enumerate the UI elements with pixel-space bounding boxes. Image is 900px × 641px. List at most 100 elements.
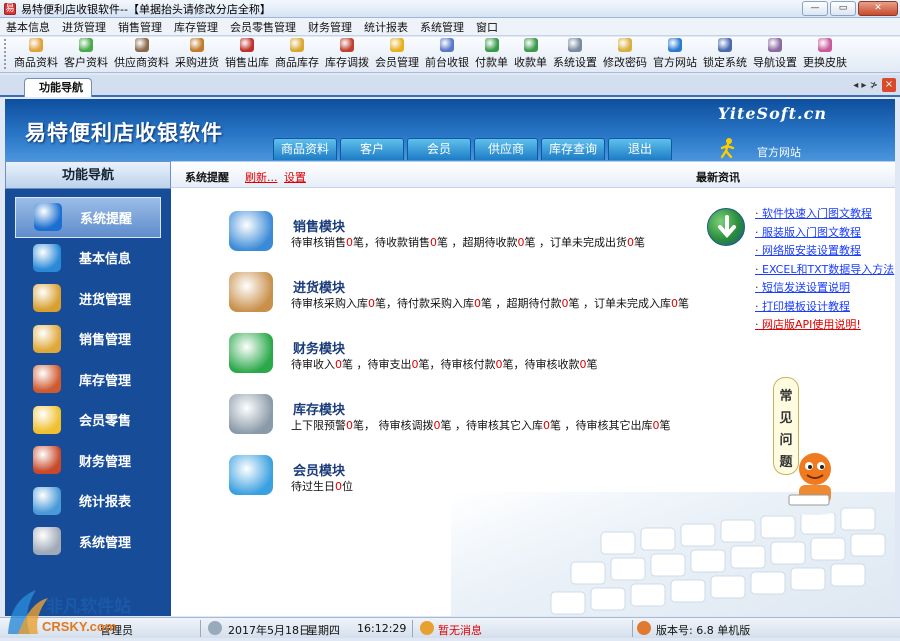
toolbar-button[interactable]: 前台收银 <box>422 38 472 72</box>
sidebar-item[interactable]: 库存管理 <box>15 359 161 400</box>
module-title[interactable]: 库存模块 <box>293 399 345 418</box>
toolbar-button[interactable]: 采购进货 <box>172 38 222 72</box>
news-link[interactable]: · 打印模板设计教程 <box>755 298 894 317</box>
tab-scroll-controls[interactable]: ◂ ▸ ≯ <box>853 80 878 91</box>
toolbar-button[interactable]: 官方网站 <box>650 38 700 72</box>
menu-item[interactable]: 财务管理 <box>302 19 358 35</box>
menu-item[interactable]: 库存管理 <box>168 19 224 35</box>
toolbar-button[interactable]: 系统设置 <box>550 38 600 72</box>
news-link[interactable]: · EXCEL和TXT数据导入方法 <box>755 261 894 280</box>
chat-bubble-icon[interactable] <box>229 455 273 495</box>
sidebar-item[interactable]: 销售管理 <box>15 319 161 360</box>
tab-function-nav[interactable]: 功能导航 <box>24 78 92 97</box>
module-title[interactable]: 进货模块 <box>293 277 345 296</box>
module-title[interactable]: 会员模块 <box>293 460 345 479</box>
sidebar-item[interactable]: 会员零售 <box>15 400 161 441</box>
settings-link[interactable]: 设置 <box>284 169 306 185</box>
count-value[interactable]: 0 <box>474 297 481 310</box>
close-button[interactable]: ✕ <box>858 1 898 16</box>
menu-item[interactable]: 销售管理 <box>112 19 168 35</box>
toolbar-label: 商品库存 <box>275 56 319 69</box>
window-title: 易特便利店收银软件--【单据抬头请修改分店全称】 <box>21 2 271 16</box>
toolbar-button[interactable]: 导航设置 <box>750 38 800 72</box>
summary-text: 笔，待收款销售 <box>353 236 430 249</box>
menu-item[interactable]: 进货管理 <box>56 19 112 35</box>
news-link[interactable]: · 软件快速入门图文教程 <box>755 205 894 224</box>
menu-bar: 基本信息 进货管理 销售管理 库存管理 会员零售管理 财务管理 统计报表 系统管理 窗口 <box>0 18 900 36</box>
status-message[interactable]: 暂无消息 <box>438 622 482 638</box>
sidebar-item[interactable]: 基本信息 <box>15 238 161 279</box>
count-value[interactable]: 0 <box>543 419 550 432</box>
minimize-button[interactable]: — <box>802 1 828 16</box>
news-link[interactable]: · 短信发送设置说明 <box>755 279 894 298</box>
toolbar-button[interactable]: 付款单 <box>472 38 511 72</box>
sidebar-item[interactable]: 统计报表 <box>15 481 161 522</box>
chat-icon <box>33 405 61 434</box>
module-title[interactable]: 财务模块 <box>293 338 345 357</box>
toolbar-label: 客户资料 <box>64 56 108 69</box>
count-value[interactable]: 0 <box>335 480 342 493</box>
toolbar-button[interactable]: 更换皮肤 <box>800 38 850 72</box>
database-icon[interactable] <box>229 394 273 434</box>
toolbar-button[interactable]: 商品库存 <box>272 38 322 72</box>
count-value[interactable]: 0 <box>430 236 437 249</box>
news-link-text: 短信发送设置说明 <box>762 281 850 294</box>
count-value[interactable]: 0 <box>627 236 634 249</box>
count-value[interactable]: 0 <box>346 419 353 432</box>
brand-title: 易特便利店收银软件 <box>25 121 223 145</box>
toolbar-button[interactable]: 会员管理 <box>372 38 422 72</box>
count-value[interactable]: 0 <box>562 297 569 310</box>
menu-item[interactable]: 窗口 <box>470 19 504 35</box>
sidebar-item[interactable]: 系统管理 <box>15 521 161 562</box>
count-value[interactable]: 0 <box>412 358 419 371</box>
summary-text: 笔，待付款采购入库 <box>375 297 474 310</box>
toolbar-button[interactable]: 供应商资料 <box>111 38 172 72</box>
news-link[interactable]: · 服装版入门图文教程 <box>755 224 894 243</box>
runner-icon[interactable] <box>719 137 737 159</box>
package-icon[interactable] <box>229 272 273 312</box>
toolbar-button[interactable]: 商品资料 <box>11 38 61 72</box>
toolbar-grip[interactable] <box>4 39 7 69</box>
count-value[interactable]: 0 <box>335 358 342 371</box>
module-title[interactable]: 销售模块 <box>293 216 345 235</box>
header-tab[interactable]: 客户 <box>340 138 404 160</box>
faq-char: 见 <box>779 411 793 426</box>
toolbar-button[interactable]: 客户资料 <box>61 38 111 72</box>
faq-char: 常 <box>779 389 793 404</box>
count-value[interactable]: 0 <box>518 236 525 249</box>
sidebar-item-label: 系统提醒 <box>80 211 133 227</box>
toolbar-button[interactable]: 修改密码 <box>600 38 650 72</box>
header-tab[interactable]: 退出 <box>608 138 672 160</box>
sidebar-item[interactable]: 系统提醒 <box>15 197 161 238</box>
menu-item[interactable]: 会员零售管理 <box>224 19 302 35</box>
toolbar-button[interactable]: 销售出库 <box>222 38 272 72</box>
maximize-button[interactable]: ▭ <box>830 1 856 16</box>
count-value[interactable]: 0 <box>653 419 660 432</box>
header-tab[interactable]: 供应商 <box>474 138 538 160</box>
tab-close-icon[interactable]: × <box>882 78 896 92</box>
toolbar-button[interactable]: 收款单 <box>511 38 550 72</box>
sidebar-item[interactable]: 财务管理 <box>15 440 161 481</box>
menu-item[interactable]: 统计报表 <box>358 19 414 35</box>
toolbar-button[interactable]: 锁定系统 <box>700 38 750 72</box>
refresh-link[interactable]: 刷新... <box>245 169 278 185</box>
news-link[interactable]: · 网店版API使用说明! <box>755 316 894 335</box>
menu-item[interactable]: 基本信息 <box>0 19 56 35</box>
header-tab[interactable]: 会员 <box>407 138 471 160</box>
news-link[interactable]: · 网络版安装设置教程 <box>755 242 894 261</box>
sidebar-item[interactable]: 进货管理 <box>15 278 161 319</box>
menu-item[interactable]: 系统管理 <box>414 19 470 35</box>
count-value[interactable]: 0 <box>496 358 503 371</box>
count-value[interactable]: 0 <box>671 297 678 310</box>
count-value[interactable]: 0 <box>580 358 587 371</box>
dollar-icon[interactable] <box>229 333 273 373</box>
title-bar: 易 易特便利店收银软件--【单据抬头请修改分店全称】 — ▭ ✕ <box>0 0 900 18</box>
toolbar-button[interactable]: 库存调拨 <box>322 38 372 72</box>
header-tab[interactable]: 库存查询 <box>541 138 605 160</box>
official-site-link[interactable]: 官方网站 <box>757 144 801 160</box>
header-tab[interactable]: 商品资料 <box>273 138 337 160</box>
book-icon[interactable] <box>229 211 273 251</box>
count-value[interactable]: 0 <box>346 236 353 249</box>
count-value[interactable]: 0 <box>368 297 375 310</box>
count-value[interactable]: 0 <box>434 419 441 432</box>
